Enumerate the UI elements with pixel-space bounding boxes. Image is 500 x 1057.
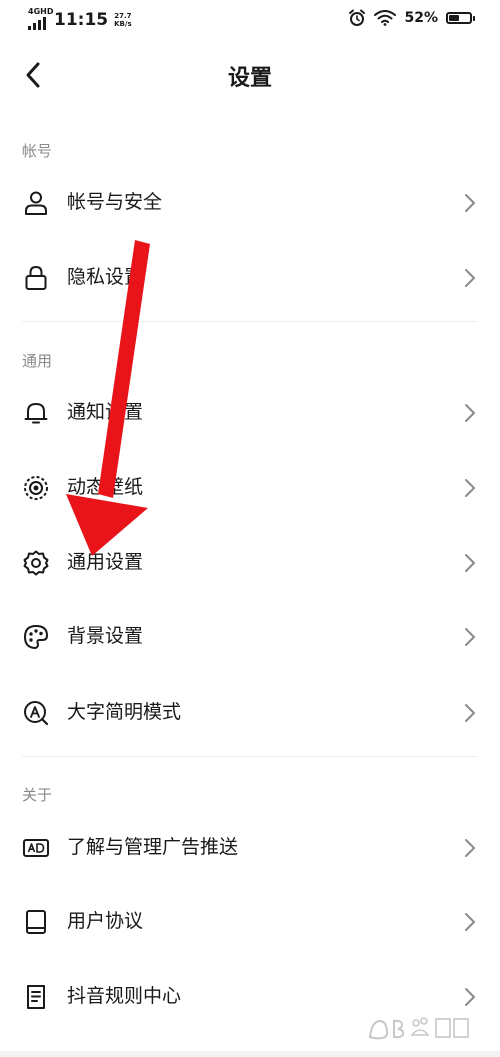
- status-right: 52%: [348, 9, 475, 27]
- chevron-right-icon: [465, 839, 475, 857]
- section-divider: [22, 321, 478, 322]
- settings-item-label: 动态壁纸: [67, 476, 144, 498]
- settings-item-general-settings[interactable]: 通用设置: [0, 534, 500, 592]
- bottom-edge: [0, 1051, 500, 1057]
- network-type: 4GHD: [28, 7, 54, 16]
- settings-item-background[interactable]: 背景设置: [0, 608, 500, 666]
- network-speed-value: 27.7: [114, 12, 132, 20]
- settings-item-label: 大字简明模式: [67, 701, 182, 723]
- status-left: 4GHD 11:15 27.7 KB/s: [28, 8, 132, 30]
- settings-item-ad-management[interactable]: 了解与管理广告推送: [0, 819, 500, 877]
- page-title: 设置: [227, 66, 272, 91]
- battery-icon: [446, 12, 475, 24]
- chevron-right-icon: [465, 628, 475, 646]
- wifi-icon: [374, 10, 397, 26]
- lock-icon: [25, 265, 47, 290]
- chevron-right-icon: [465, 988, 475, 1006]
- settings-item-large-text-mode[interactable]: 大字简明模式: [0, 684, 500, 742]
- settings-item-label: 通知设置: [67, 401, 144, 423]
- large-text-icon: [24, 701, 49, 726]
- settings-item-label: 背景设置: [67, 625, 144, 647]
- settings-item-label: 隐私设置: [67, 266, 144, 288]
- settings-item-label: 通用设置: [67, 551, 144, 573]
- user-icon: [25, 191, 47, 215]
- settings-item-live-wallpaper[interactable]: 动态壁纸: [0, 459, 500, 517]
- alarm-icon: [349, 9, 366, 26]
- rules-document-icon: [27, 985, 45, 1009]
- baidu-watermark-logo: [368, 1017, 469, 1040]
- settings-item-label: 了解与管理广告推送: [67, 836, 239, 858]
- status-bar: 4GHD 11:15 27.7 KB/s 52%: [0, 0, 500, 40]
- section-label-general: 通用: [22, 352, 53, 370]
- book-icon: [26, 910, 46, 934]
- chevron-right-icon: [465, 194, 475, 212]
- settings-item-label: 抖音规则中心: [67, 985, 182, 1007]
- bell-icon: [24, 403, 48, 424]
- section-label-account: 帐号: [22, 142, 53, 160]
- header: 设置: [0, 50, 500, 102]
- section-divider: [22, 756, 478, 757]
- signal-icon: [28, 17, 46, 30]
- chevron-right-icon: [465, 554, 475, 572]
- settings-item-account-security[interactable]: 帐号与安全: [0, 174, 500, 232]
- settings-item-notifications[interactable]: 通知设置: [0, 384, 500, 442]
- chevron-right-icon: [465, 704, 475, 722]
- chevron-right-icon: [465, 404, 475, 422]
- live-wallpaper-icon: [24, 476, 48, 500]
- chevron-right-icon: [465, 913, 475, 931]
- gear-icon: [23, 550, 49, 576]
- battery-percent: 52%: [404, 10, 438, 26]
- chevron-right-icon: [465, 269, 475, 287]
- section-label-about: 关于: [22, 786, 53, 804]
- network-speed-unit: KB/s: [114, 20, 132, 28]
- palette-icon: [24, 625, 48, 649]
- settings-item-label: 帐号与安全: [67, 191, 163, 213]
- network-speed: 27.7 KB/s: [114, 12, 131, 28]
- settings-item-user-agreement[interactable]: 用户协议: [0, 893, 500, 951]
- chevron-right-icon: [465, 479, 475, 497]
- ad-icon: [23, 839, 49, 857]
- status-time: 11:15: [54, 10, 109, 30]
- settings-item-label: 用户协议: [67, 910, 144, 932]
- settings-item-privacy[interactable]: 隐私设置: [0, 249, 500, 307]
